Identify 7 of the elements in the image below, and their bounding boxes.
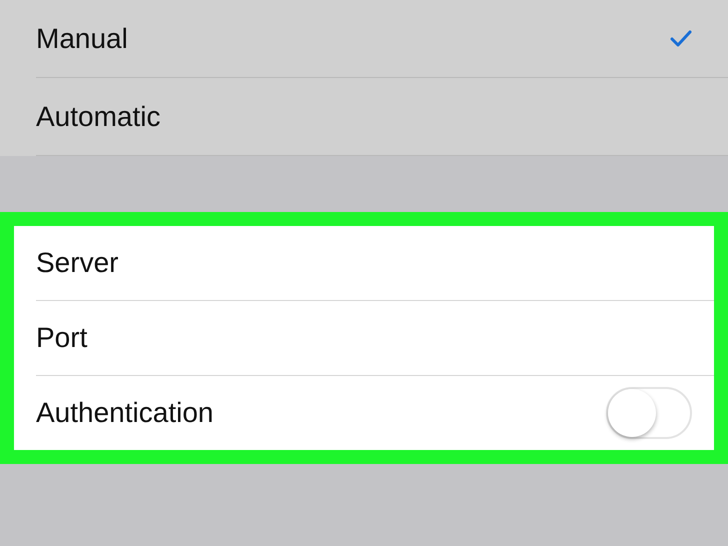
option-row[interactable]: Manual (36, 0, 728, 78)
setting-label: Server (36, 247, 118, 279)
setting-label: Authentication (36, 397, 214, 429)
option-label: Manual (36, 22, 128, 54)
option-row[interactable]: Automatic (36, 78, 728, 156)
setting-label: Port (36, 322, 88, 354)
option-label: Automatic (36, 100, 160, 132)
